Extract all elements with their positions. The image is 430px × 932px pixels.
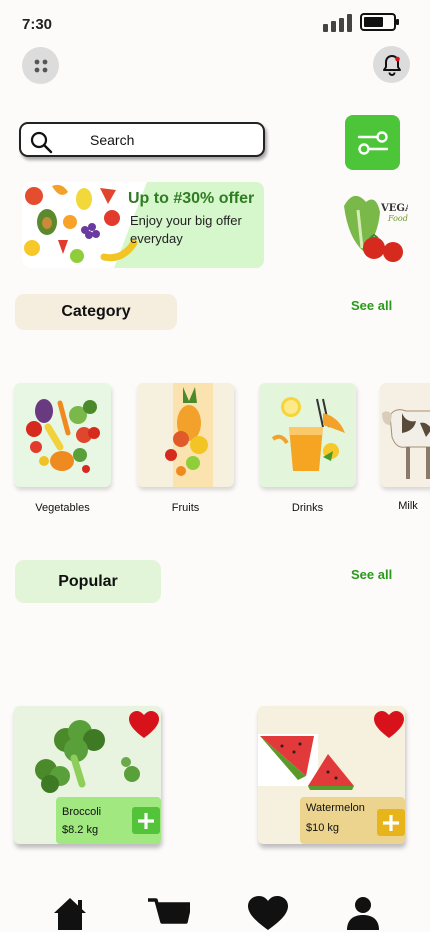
- popular-see-all-link[interactable]: See all: [351, 567, 392, 582]
- category-label-drinks: Drinks: [291, 502, 324, 514]
- home-icon[interactable]: [52, 896, 88, 930]
- filter-icon: [357, 130, 388, 155]
- category-label-milk: Milk: [398, 500, 418, 512]
- product-card-watermelon[interactable]: Watermelon $10 kg: [258, 706, 405, 844]
- vegetables-image: [26, 399, 100, 473]
- category-label-fruits: Fruits: [171, 502, 200, 514]
- signal-icon: [323, 14, 352, 32]
- drinks-image: [271, 397, 345, 471]
- category-card-drinks[interactable]: [259, 383, 356, 487]
- heart-icon[interactable]: [248, 896, 288, 930]
- plus-icon: [138, 812, 154, 829]
- banner-subtitle: Enjoy your big offer everyday: [130, 213, 242, 246]
- heart-icon[interactable]: [374, 711, 404, 739]
- heart-icon[interactable]: [129, 711, 159, 739]
- search-input[interactable]: Search: [19, 122, 265, 157]
- promo-banner[interactable]: Up to #30% offer Enjoy your big offer ev…: [22, 182, 264, 268]
- battery-icon: [360, 13, 399, 31]
- popular-heading: Popular: [15, 560, 161, 603]
- broccoli-price-box: Broccoli $8.2 kg: [56, 797, 161, 844]
- menu-button[interactable]: [22, 47, 59, 84]
- vegan-sub: Food: [388, 214, 408, 223]
- product-card-broccoli[interactable]: Broccoli $8.2 kg: [14, 706, 161, 844]
- watermelon-price-box: Watermelon $10 kg: [300, 797, 405, 844]
- search-icon: [30, 131, 53, 154]
- category-card-milk[interactable]: [380, 383, 430, 487]
- product-name: Watermelon: [306, 802, 365, 814]
- fruits-image: [165, 383, 213, 487]
- grid-dots-icon: [34, 59, 47, 72]
- banner-title: Up to #30% offer: [128, 190, 255, 207]
- product-price: $8.2 kg: [62, 824, 99, 836]
- vegan-food-banner[interactable]: VEGAI Food: [338, 186, 408, 268]
- product-price: $10 kg: [306, 822, 340, 834]
- cart-icon[interactable]: [148, 896, 190, 930]
- bell-icon: [382, 54, 401, 76]
- category-heading: Category: [15, 294, 177, 330]
- category-label-vegetables: Vegetables: [35, 502, 90, 514]
- category-card-vegetables[interactable]: [14, 383, 111, 487]
- plus-icon: [383, 814, 399, 831]
- vegetables-image: [344, 195, 403, 262]
- category-see-all-link[interactable]: See all: [351, 298, 392, 313]
- notification-button[interactable]: [373, 46, 410, 83]
- search-placeholder: Search: [90, 132, 135, 148]
- category-card-fruits[interactable]: [137, 383, 234, 487]
- add-to-cart-button[interactable]: [377, 809, 405, 836]
- profile-icon[interactable]: [345, 896, 381, 930]
- add-to-cart-button[interactable]: [132, 807, 160, 834]
- status-time: 7:30: [22, 16, 53, 33]
- filter-button[interactable]: [345, 115, 400, 170]
- cow-image: [382, 409, 430, 479]
- vegan-brand: VEGAI: [381, 203, 408, 214]
- product-name: Broccoli: [62, 806, 102, 818]
